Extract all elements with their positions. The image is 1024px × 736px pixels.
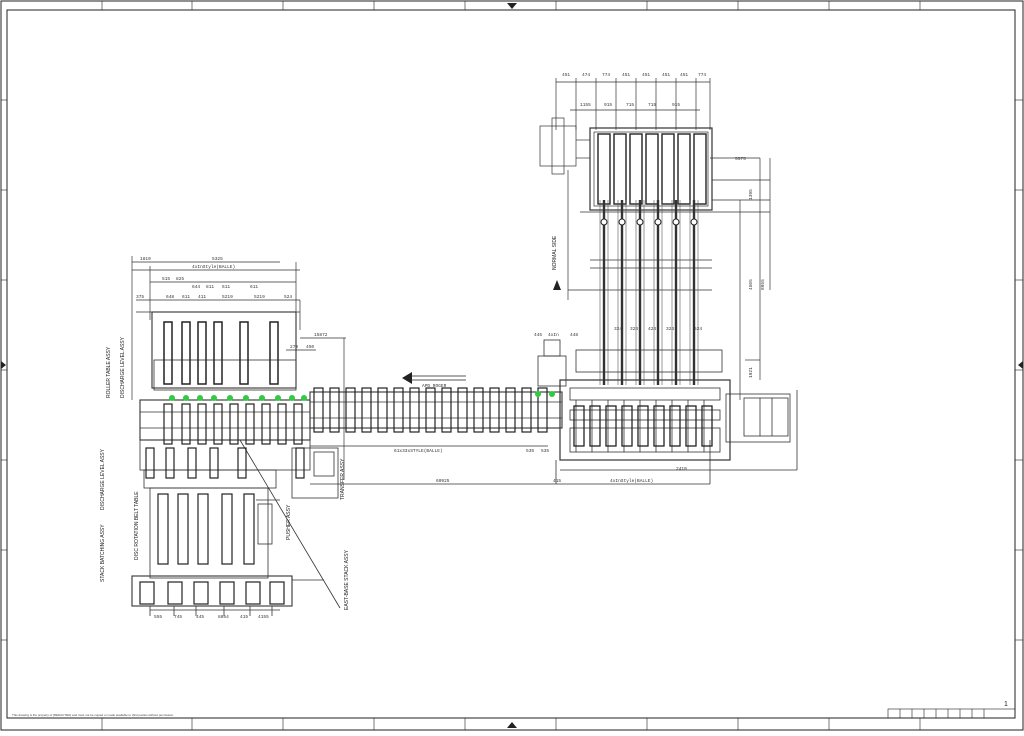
drawing-canvas: 1 This drawing is the property of [REDAC… [0,0,1024,731]
dim-long: 60925 [436,478,450,484]
dim-left-row3-3: 411 [198,294,206,300]
dim-left-row3-1: 648 [166,294,174,300]
dim-top-right2-3: 715 [648,102,656,108]
dim-bottom-mid-0: 61x33xSTYLE(BALLE) [394,448,443,454]
dim-top-right2-1: 915 [604,102,612,108]
dim-right-side-1: 1395 [748,189,754,200]
dim-middle-right-0: 445 [534,332,542,338]
dim-left-row3-2: 611 [182,294,190,300]
label-main: ROLLER TABLE ASSY [106,346,112,398]
dim-middle-right-6: 324 [666,326,674,332]
dim-left-top-0: 1810 [140,256,151,262]
label-vert-mid: TRANSFER ASSY [340,458,346,500]
dim-left-row2-1: 825 [176,276,184,282]
dim-middle-right-7: 524 [694,326,702,332]
label-disc-table: DISC ROTATION BELT TABLE [134,491,140,560]
dim-top-right-3: 451 [622,72,630,78]
dim-right-side-0: 5575 [735,156,746,162]
dim-bottom-mid-2: 535 [541,448,549,454]
dim-top-right-5: 451 [662,72,670,78]
dim-top-right2-0: 1155 [580,102,591,108]
dim-top-right-0: 451 [562,72,570,78]
dim-right-side-2: 4505 [748,279,754,290]
dim-mid-1: 270 [290,344,298,350]
dim-bottom-right-1: 4xInStyle(BALLE) [610,478,653,484]
drawing-sheet: 1 This drawing is the property of [REDAC… [0,0,1024,731]
dim-left-row3-5: 5219 [254,294,265,300]
dim-bottom-left-3: 8854 [218,614,229,620]
dim-left-top-1: 5325 [212,256,223,262]
dim-bottom-left-0: 555 [154,614,162,620]
label-stack: STACK BATCHING ASSY [100,524,106,582]
footer-note: This drawing is the property of [REDACTE… [12,713,174,717]
dim-right-side-4: 1921 [748,367,754,378]
dim-top-right-4: 451 [642,72,650,78]
dim-left-row2-5: 611 [250,284,258,290]
label-disch-lower: DISCHARGE LEVEL ASSY [100,448,106,510]
dim-bottom-left-1: 745 [174,614,182,620]
dim-bottom-left-2: 445 [196,614,204,620]
dim-top-right-6: 451 [680,72,688,78]
dim-bottom-right-2: 2410 [676,466,687,472]
dim-left-row2-2: 644 [192,284,200,290]
dim-left-row2-4: 611 [222,284,230,290]
dim-mid-0: 15872 [314,332,328,338]
dim-bottom-right-0: 415 [553,478,561,484]
dim-top-right-1: 474 [582,72,590,78]
dim-top-right-7: 774 [698,72,706,78]
dim-left-row3-4: 5219 [222,294,233,300]
dim-top-right2-2: 715 [626,102,634,108]
sheet-number: 1 [1004,701,1008,708]
dim-middle-right-5: 424 [648,326,656,332]
dim-mid-2: 450 [306,344,314,350]
dim-left-row2-3: 811 [206,284,214,290]
dim-bottom-left-5: 4155 [258,614,269,620]
label-disch-upper: DISCHARGE LEVEL ASSY [120,336,126,398]
dim-middle-right-1: 4xIn [548,332,559,338]
label-eas: EAST-BASE STACK ASSY [344,549,350,610]
dim-right-side-3: 8955 [760,279,766,290]
dim-bottom-left-4: 415 [240,614,248,620]
dim-left-row3-6: 524 [284,294,292,300]
dim-left-top-2: 4xInStyle(BALLE) [192,264,235,270]
dim-top-right-2: 774 [602,72,610,78]
dim-top-right2-4: 915 [672,102,680,108]
label-pusher: PUSHER ASSY [286,504,292,540]
flow-arrow-label: APD ROGER [422,383,447,389]
dim-middle-right-3: 324 [614,326,622,332]
label-right-vertical: NORMAL SIDE [552,235,558,270]
dim-middle-right-4: 324 [630,326,638,332]
dim-middle-right-2: 448 [570,332,578,338]
dim-left-row3-0: 375 [136,294,144,300]
dim-left-row2-0: 515 [162,276,170,282]
dim-bottom-mid-1: 535 [526,448,534,454]
